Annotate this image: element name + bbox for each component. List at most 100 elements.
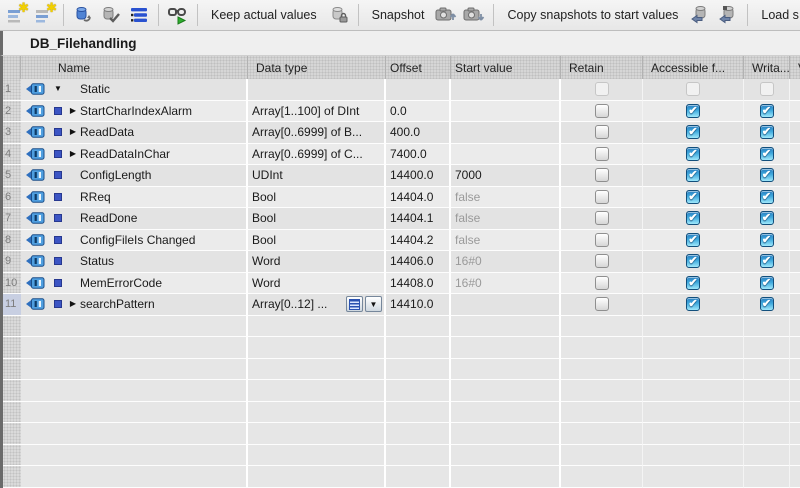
name-cell[interactable]: ▶ StartCharIndexAlarm (50, 100, 248, 122)
retain-checkbox[interactable] (594, 125, 609, 140)
name-cell[interactable]: ▶ searchPattern (50, 294, 248, 316)
writable-checkbox[interactable] (759, 254, 774, 269)
data-type-cell[interactable]: Array[0..6999] of B... ▼ (248, 122, 386, 144)
header-offset[interactable]: Offset (386, 56, 451, 79)
start-value-cell[interactable]: 16#0 (451, 272, 561, 294)
add-row-button[interactable]: ✱ (32, 1, 57, 27)
name-cell[interactable]: ConfigLength (50, 165, 248, 187)
header-retain[interactable]: Retain (561, 56, 643, 79)
retain-checkbox[interactable] (594, 211, 609, 226)
retain-checkbox[interactable] (594, 168, 609, 183)
name-cell[interactable]: MemErrorCode (50, 272, 248, 294)
row-number[interactable]: 7 (3, 208, 21, 230)
row-number[interactable]: 8 (3, 229, 21, 251)
offset-cell[interactable]: 7400.0 (386, 143, 451, 165)
expand-members-button[interactable] (127, 3, 151, 27)
writable-checkbox[interactable] (759, 297, 774, 312)
header-visible[interactable]: V (790, 56, 800, 79)
accessible-checkbox[interactable] (686, 103, 700, 118)
header-name[interactable]: Name (50, 56, 248, 79)
accessible-checkbox[interactable] (686, 211, 700, 226)
keep-actual-values-button[interactable] (327, 3, 351, 27)
retain-checkbox[interactable] (594, 103, 609, 118)
data-type-cell[interactable]: Word ▼ (248, 251, 386, 273)
snapshot-download-button[interactable] (462, 3, 486, 27)
expander-right-icon[interactable]: ▶ (70, 106, 76, 115)
row-number[interactable]: 5 (3, 165, 21, 187)
monitor-all-button[interactable] (166, 3, 190, 27)
expander-right-icon[interactable]: ▶ (70, 149, 76, 158)
data-type-cell[interactable]: Array[0..6999] of C... ▼ (248, 143, 386, 165)
data-type-cell[interactable]: Bool ▼ (248, 186, 386, 208)
start-value-cell[interactable]: false (451, 208, 561, 230)
offset-cell[interactable]: 14404.0 (386, 186, 451, 208)
name-cell[interactable]: RReq (50, 186, 248, 208)
data-type-cell[interactable]: Word ▼ (248, 272, 386, 294)
header-accessible[interactable]: Accessible f... (643, 56, 744, 79)
expander-right-icon[interactable]: ▶ (70, 300, 76, 308)
offset-cell[interactable] (386, 79, 451, 101)
writable-checkbox[interactable] (759, 103, 774, 118)
insert-row-button[interactable]: ✱ (4, 1, 29, 27)
data-type-cell[interactable]: ▼ (248, 79, 386, 101)
expander-right-icon[interactable]: ▶ (70, 128, 76, 136)
writable-checkbox[interactable] (759, 232, 774, 247)
retain-checkbox[interactable] (594, 189, 609, 204)
name-cell[interactable]: ▶ ReadDataInChar (50, 143, 248, 165)
header-writable[interactable]: Writa... (744, 56, 790, 79)
name-cell[interactable]: ReadDone (50, 208, 248, 230)
writable-checkbox[interactable] (759, 189, 774, 204)
row-number[interactable]: 6 (3, 186, 21, 208)
start-value-cell[interactable] (451, 100, 561, 122)
offset-cell[interactable]: 14400.0 (386, 165, 451, 187)
row-number[interactable]: 2 (3, 100, 21, 122)
row-number[interactable]: 11 (3, 294, 21, 316)
row-number[interactable]: 10 (3, 272, 21, 294)
retain-checkbox[interactable] (594, 146, 609, 161)
data-type-cell[interactable]: Array[0..12] ... ▼ (248, 294, 386, 316)
accessible-checkbox[interactable] (686, 297, 700, 312)
start-value-cell[interactable] (451, 143, 561, 165)
accessible-checkbox[interactable] (686, 232, 700, 247)
retain-checkbox[interactable] (594, 232, 609, 247)
accessible-checkbox[interactable] (686, 254, 700, 269)
offset-cell[interactable]: 400.0 (386, 122, 451, 144)
offset-cell[interactable]: 14410.0 (386, 294, 451, 316)
start-value-cell[interactable]: 7000 (451, 165, 561, 187)
name-cell[interactable]: ▶ ReadData (50, 122, 248, 144)
header-data-type[interactable]: Data type (248, 56, 386, 79)
accessible-checkbox[interactable] (686, 168, 700, 183)
header-start-value[interactable]: Start value (451, 56, 561, 79)
type-dropdown-button[interactable]: ▼ (365, 296, 382, 313)
accessible-checkbox[interactable] (686, 275, 700, 290)
offset-cell[interactable]: 0.0 (386, 100, 451, 122)
name-cell[interactable]: Status (50, 251, 248, 273)
offset-cell[interactable]: 14404.2 (386, 229, 451, 251)
offset-cell[interactable]: 14404.1 (386, 208, 451, 230)
retain-checkbox[interactable] (594, 254, 609, 269)
start-value-cell[interactable] (451, 294, 561, 316)
retain-checkbox[interactable] (594, 297, 609, 312)
writable-checkbox[interactable] (759, 168, 774, 183)
initialize-values-button[interactable] (71, 3, 95, 27)
copy-snapshot-setpoints-button[interactable] (716, 3, 740, 27)
start-value-cell[interactable]: 16#0 (451, 251, 561, 273)
writable-checkbox[interactable] (759, 125, 774, 140)
data-type-cell[interactable]: UDInt ▼ (248, 165, 386, 187)
name-cell[interactable]: ConfigFileIs Changed (50, 229, 248, 251)
start-value-cell[interactable]: false (451, 186, 561, 208)
row-number[interactable]: 3 (3, 122, 21, 144)
start-value-cell[interactable] (451, 79, 561, 101)
accessible-checkbox[interactable] (686, 125, 700, 140)
expander-down-icon[interactable]: ▼ (54, 85, 62, 93)
retain-checkbox[interactable] (594, 275, 609, 290)
row-number[interactable]: 9 (3, 251, 21, 273)
row-number[interactable]: 1 (3, 79, 21, 101)
name-cell[interactable]: ▼ Static (50, 79, 248, 101)
writable-checkbox[interactable] (759, 275, 774, 290)
accessible-checkbox[interactable] (686, 189, 700, 204)
offset-cell[interactable]: 14408.0 (386, 272, 451, 294)
writable-checkbox[interactable] (759, 146, 774, 161)
copy-snapshot-to-start-button[interactable] (688, 3, 712, 27)
data-type-cell[interactable]: Bool ▼ (248, 229, 386, 251)
